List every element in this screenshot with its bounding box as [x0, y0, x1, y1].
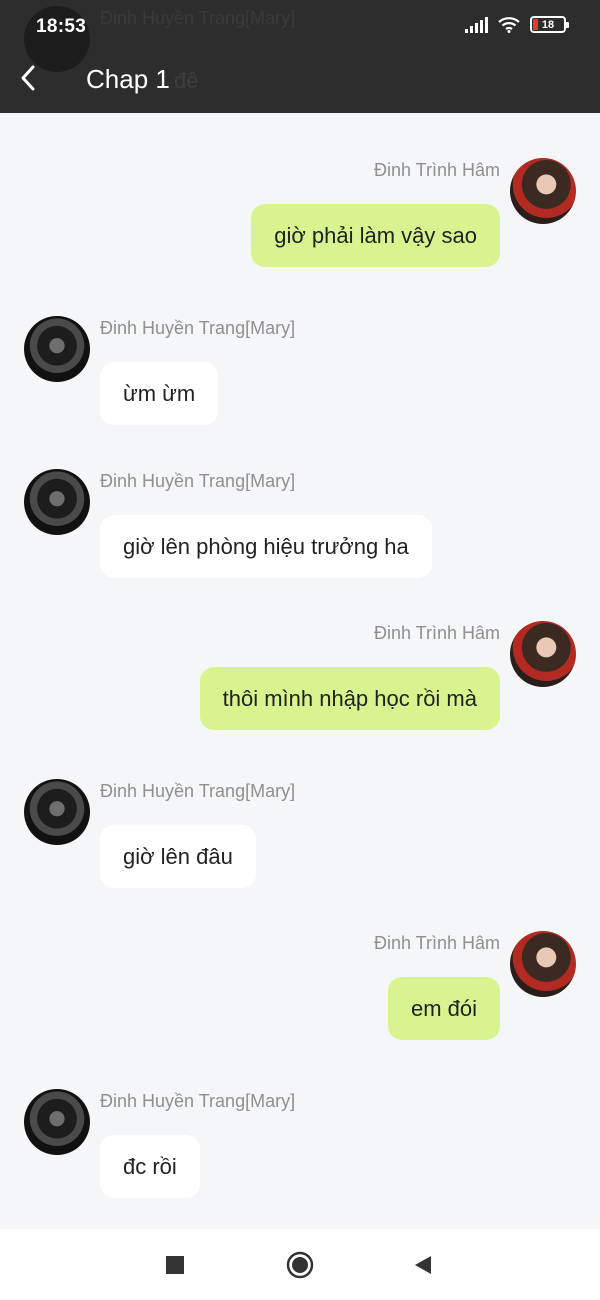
avatar[interactable]: [24, 316, 90, 382]
sender-name: Đinh Trình Hâm: [373, 160, 500, 180]
message-bubble[interactable]: thôi mình nhập học rồi mà: [199, 667, 500, 730]
message-bubble[interactable]: giờ phải làm vậy sao: [251, 204, 500, 267]
sender-name: Đinh Huyền Trang[Mary]: [100, 471, 296, 491]
top-bar: Đinh Huyền Trang[Mary] 18:53 18 Chap 1 đ…: [0, 0, 600, 113]
sender-name: Đinh Huyền Trang[Mary]: [100, 318, 296, 338]
status-time: 18:53: [36, 16, 87, 37]
chat-list[interactable]: Đinh Trình Hâm giờ phải làm vậy sao Đinh…: [0, 113, 600, 1229]
avatar[interactable]: [510, 158, 576, 224]
message-row: Đinh Trình Hâm thôi mình nhập học rồi mà: [24, 621, 576, 733]
message-row: Đinh Huyền Trang[Mary] đc rồi: [24, 1089, 576, 1201]
avatar[interactable]: [510, 931, 576, 997]
ghost-sender-name: Đinh Huyền Trang[Mary]: [100, 8, 296, 28]
signal-icon: [465, 16, 488, 33]
circle-icon: [286, 1251, 314, 1279]
message-bubble[interactable]: giờ lên phòng hiệu trưởng ha: [100, 515, 432, 578]
recent-apps-button[interactable]: [161, 1251, 189, 1279]
back-button[interactable]: [10, 60, 46, 96]
chevron-left-icon: [21, 65, 35, 91]
message-row: Đinh Huyền Trang[Mary] giờ lên phòng hiệ…: [24, 469, 576, 581]
message-row: Đinh Huyền Trang[Mary] ừm ừm: [24, 316, 576, 428]
home-button[interactable]: [286, 1251, 314, 1279]
battery-level: 18: [541, 18, 555, 31]
sender-name: Đinh Huyền Trang[Mary]: [100, 781, 296, 801]
square-icon: [166, 1256, 184, 1274]
message-bubble[interactable]: em đói: [387, 977, 500, 1040]
message-bubble[interactable]: ừm ừm: [100, 362, 219, 425]
status-icons: 18: [465, 16, 569, 33]
sender-name: Đinh Huyền Trang[Mary]: [100, 1091, 296, 1111]
message-row: Đinh Trình Hâm giờ phải làm vậy sao: [24, 158, 576, 270]
system-nav-bar: [0, 1229, 600, 1300]
avatar[interactable]: [510, 621, 576, 687]
avatar[interactable]: [24, 779, 90, 845]
nav-back-button[interactable]: [408, 1251, 436, 1279]
wifi-icon: [498, 17, 520, 33]
avatar[interactable]: [24, 469, 90, 535]
avatar[interactable]: [24, 1089, 90, 1155]
sender-name: Đinh Trình Hâm: [373, 623, 500, 643]
battery-icon: 18: [530, 16, 569, 33]
ghost-title-text: đê: [174, 68, 199, 93]
triangle-back-icon: [415, 1256, 431, 1274]
sender-name: Đinh Trình Hâm: [373, 933, 500, 953]
message-row: Đinh Trình Hâm em đói: [24, 931, 576, 1043]
message-bubble[interactable]: đc rồi: [100, 1135, 200, 1198]
message-bubble[interactable]: giờ lên đâu: [100, 825, 256, 888]
message-row: Đinh Huyền Trang[Mary] giờ lên đâu: [24, 779, 576, 891]
page-title: Chap 1: [86, 64, 170, 94]
